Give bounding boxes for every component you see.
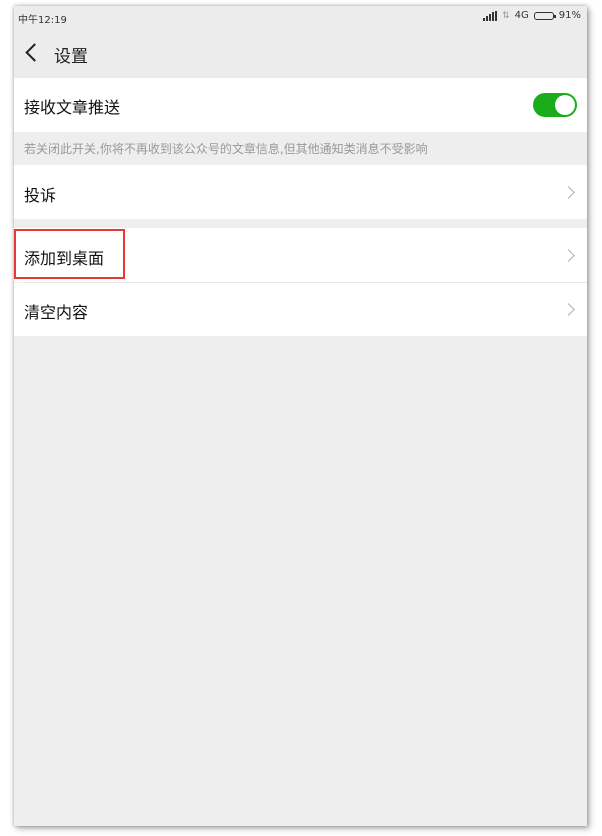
toggle-knob bbox=[555, 95, 575, 115]
battery-level: 91% bbox=[558, 10, 581, 21]
battery-icon bbox=[533, 11, 556, 20]
chevron-right-icon bbox=[562, 249, 575, 262]
page-title: 设置 bbox=[54, 47, 88, 67]
highlight-annotation-box bbox=[14, 229, 125, 279]
status-indicators: ⇅ 4G 91% bbox=[483, 10, 581, 21]
clear-content-label: 清空内容 bbox=[24, 303, 89, 322]
status-bar: 中午12:19 ⇅ 4G 91% bbox=[14, 6, 587, 28]
push-hint-text: 若关闭此开关,你将不再收到该公众号的文章信息,但其他通知类消息不受影响 bbox=[24, 142, 428, 156]
push-setting-row: 接收文章推送 bbox=[14, 78, 587, 132]
complaint-row[interactable]: 投诉 bbox=[14, 165, 587, 219]
clear-content-row[interactable]: 清空内容 bbox=[14, 283, 587, 336]
network-type: 4G bbox=[514, 10, 529, 21]
complaint-label: 投诉 bbox=[24, 186, 57, 205]
signal-icon bbox=[483, 10, 498, 21]
data-arrows-icon: ⇅ bbox=[502, 10, 510, 21]
push-toggle[interactable] bbox=[533, 93, 577, 117]
push-setting-label: 接收文章推送 bbox=[24, 98, 121, 117]
screenshot-frame: 中午12:19 ⇅ 4G 91% 设置 接收文章推送 若关闭此开关,你将不再收到… bbox=[0, 0, 602, 836]
phone-screen: 中午12:19 ⇅ 4G 91% 设置 接收文章推送 若关闭此开关,你将不再收到… bbox=[14, 6, 587, 826]
back-icon[interactable] bbox=[25, 43, 44, 62]
status-time: 中午12:19 bbox=[18, 15, 67, 26]
nav-bar: 设置 bbox=[14, 28, 587, 78]
chevron-right-icon bbox=[562, 303, 575, 316]
chevron-right-icon bbox=[562, 186, 575, 199]
